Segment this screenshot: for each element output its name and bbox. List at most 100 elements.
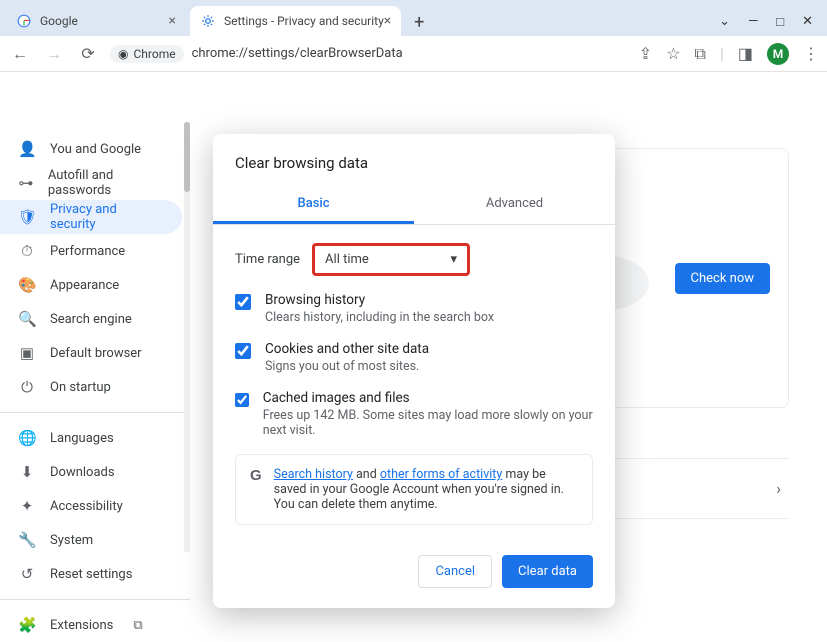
dialog-title: Clear browsing data	[213, 154, 615, 186]
sidebar-item-label: Default browser	[50, 346, 142, 361]
sidebar-item-system[interactable]: 🔧 System	[0, 523, 182, 557]
extensions-icon[interactable]: ⧉	[695, 44, 706, 64]
settings-favicon	[200, 13, 216, 29]
tab-title: Google	[40, 14, 78, 28]
checkbox-browsing-history[interactable]	[235, 294, 251, 310]
sidebar-divider	[0, 599, 190, 600]
person-icon: 👤	[18, 140, 36, 158]
sidebar-item-privacy[interactable]: 🛡 Privacy and security	[0, 200, 182, 234]
close-icon[interactable]: ×	[169, 13, 176, 29]
check-subtitle: Clears history, including in the search …	[265, 310, 494, 325]
url-text: chrome://settings/clearBrowserData	[192, 46, 403, 61]
check-subtitle: Frees up 142 MB. Some sites may load mor…	[263, 408, 593, 438]
maximize-icon[interactable]: □	[776, 14, 784, 30]
sidebar-item-label: You and Google	[50, 142, 141, 157]
minimize-icon[interactable]: —	[748, 14, 758, 30]
window-controls: ⌄ — □ ✕	[719, 14, 827, 36]
google-g-icon: G	[250, 467, 262, 512]
accessibility-icon: ✦	[18, 497, 36, 515]
tab-title: Settings - Privacy and security	[224, 14, 384, 28]
back-button[interactable]: ←	[8, 44, 32, 64]
check-title: Browsing history	[265, 292, 494, 308]
google-favicon	[16, 13, 32, 29]
share-icon[interactable]: ⇪	[639, 44, 652, 63]
time-range-select[interactable]: All time ▾	[312, 243, 470, 276]
close-icon[interactable]: ×	[384, 13, 391, 29]
google-account-info: G Search history and other forms of acti…	[235, 454, 593, 525]
sidebar-item-you-and-google[interactable]: 👤 You and Google	[0, 132, 182, 166]
browser-tab-settings[interactable]: Settings - Privacy and security ×	[190, 6, 401, 36]
chip-label: Chrome	[133, 47, 175, 61]
sidebar-item-autofill[interactable]: ⊶Autofill and passwords	[0, 166, 182, 200]
checkbox-cached-files[interactable]	[235, 392, 249, 408]
time-range-value: All time	[325, 252, 369, 267]
tab-basic[interactable]: Basic	[213, 186, 414, 224]
browser-toolbar: ← → ⟳ ◉ Chrome chrome://settings/clearBr…	[0, 36, 827, 72]
sidebar-item-performance[interactable]: ⏱ Performance	[0, 234, 182, 268]
sidebar-divider	[0, 412, 190, 413]
profile-avatar[interactable]: M	[767, 43, 789, 65]
sidebar-item-languages[interactable]: 🌐 Languages	[0, 421, 182, 455]
chevron-down-icon[interactable]: ⌄	[719, 14, 730, 30]
reload-button[interactable]: ⟳	[76, 44, 100, 63]
site-chip[interactable]: ◉ Chrome	[110, 45, 184, 63]
settings-sidebar: 👤You and Google ⊶Autofill and passwords …	[0, 72, 190, 587]
paint-icon: 🎨	[18, 276, 36, 294]
globe-icon: 🌐	[18, 429, 36, 447]
sidebar-item-extensions[interactable]: 🧩 Extensions ⧉	[0, 608, 182, 642]
sidebar-item-label: On startup	[50, 380, 111, 395]
check-now-button[interactable]: Check now	[675, 263, 771, 294]
sidebar-item-label: Performance	[50, 244, 125, 259]
browser-titlebar: Google × Settings - Privacy and security…	[0, 0, 827, 36]
search-history-link[interactable]: Search history	[274, 467, 353, 482]
omnibox[interactable]: ◉ Chrome chrome://settings/clearBrowserD…	[110, 45, 629, 63]
sidebar-item-label: Reset settings	[50, 567, 132, 582]
bookmark-icon[interactable]: ☆	[666, 44, 680, 63]
time-range-label: Time range	[235, 252, 300, 267]
chevron-right-icon: ›	[776, 479, 781, 498]
sidebar-item-label: System	[50, 533, 93, 548]
puzzle-icon: 🧩	[18, 616, 36, 634]
menu-icon[interactable]: ⋮	[803, 44, 819, 63]
chrome-icon: ◉	[118, 47, 128, 61]
checkbox-cookies[interactable]	[235, 343, 251, 359]
sidebar-item-reset[interactable]: ↺ Reset settings	[0, 557, 182, 591]
sidebar-item-label: Search engine	[50, 312, 132, 327]
new-tab-button[interactable]: +	[405, 8, 433, 36]
sidebar-item-default-browser[interactable]: ▣ Default browser	[0, 336, 182, 370]
clear-data-button[interactable]: Clear data	[502, 555, 593, 588]
cancel-button[interactable]: Cancel	[418, 555, 492, 588]
check-title: Cached images and files	[263, 390, 593, 406]
forward-button[interactable]: →	[42, 44, 66, 64]
sidepanel-icon[interactable]: ◨	[738, 44, 753, 63]
key-icon: ⊶	[18, 174, 34, 192]
sidebar-item-label: Privacy and security	[50, 202, 164, 232]
tab-advanced[interactable]: Advanced	[414, 186, 615, 224]
sidebar-item-on-startup[interactable]: ⏻ On startup	[0, 370, 182, 404]
speedometer-icon: ⏱	[18, 242, 36, 260]
dialog-tabs: Basic Advanced	[213, 186, 615, 225]
check-title: Cookies and other site data	[265, 341, 429, 357]
download-icon: ⬇	[18, 463, 36, 481]
clear-browsing-data-dialog: Clear browsing data Basic Advanced Time …	[213, 134, 615, 608]
power-icon: ⏻	[18, 378, 36, 396]
wrench-icon: 🔧	[18, 531, 36, 549]
external-link-icon: ⧉	[133, 618, 142, 633]
search-icon: 🔍	[18, 310, 36, 328]
browser-tab-google[interactable]: Google ×	[6, 6, 186, 36]
sidebar-item-label: Appearance	[50, 278, 119, 293]
sidebar-item-downloads[interactable]: ⬇ Downloads	[0, 455, 182, 489]
shield-icon: 🛡	[18, 208, 36, 226]
dropdown-icon: ▾	[451, 252, 458, 267]
sidebar-item-appearance[interactable]: 🎨 Appearance	[0, 268, 182, 302]
sidebar-item-accessibility[interactable]: ✦ Accessibility	[0, 489, 182, 523]
sidebar-item-label: Accessibility	[50, 499, 123, 514]
close-window-icon[interactable]: ✕	[802, 14, 813, 30]
browser-icon: ▣	[18, 344, 36, 362]
sidebar-item-label: Languages	[50, 431, 114, 446]
other-activity-link[interactable]: other forms of activity	[380, 467, 502, 482]
sidebar-item-label: Downloads	[50, 465, 115, 480]
sidebar-item-search-engine[interactable]: 🔍 Search engine	[0, 302, 182, 336]
sidebar-item-label: Extensions	[50, 618, 113, 633]
reset-icon: ↺	[18, 565, 36, 583]
